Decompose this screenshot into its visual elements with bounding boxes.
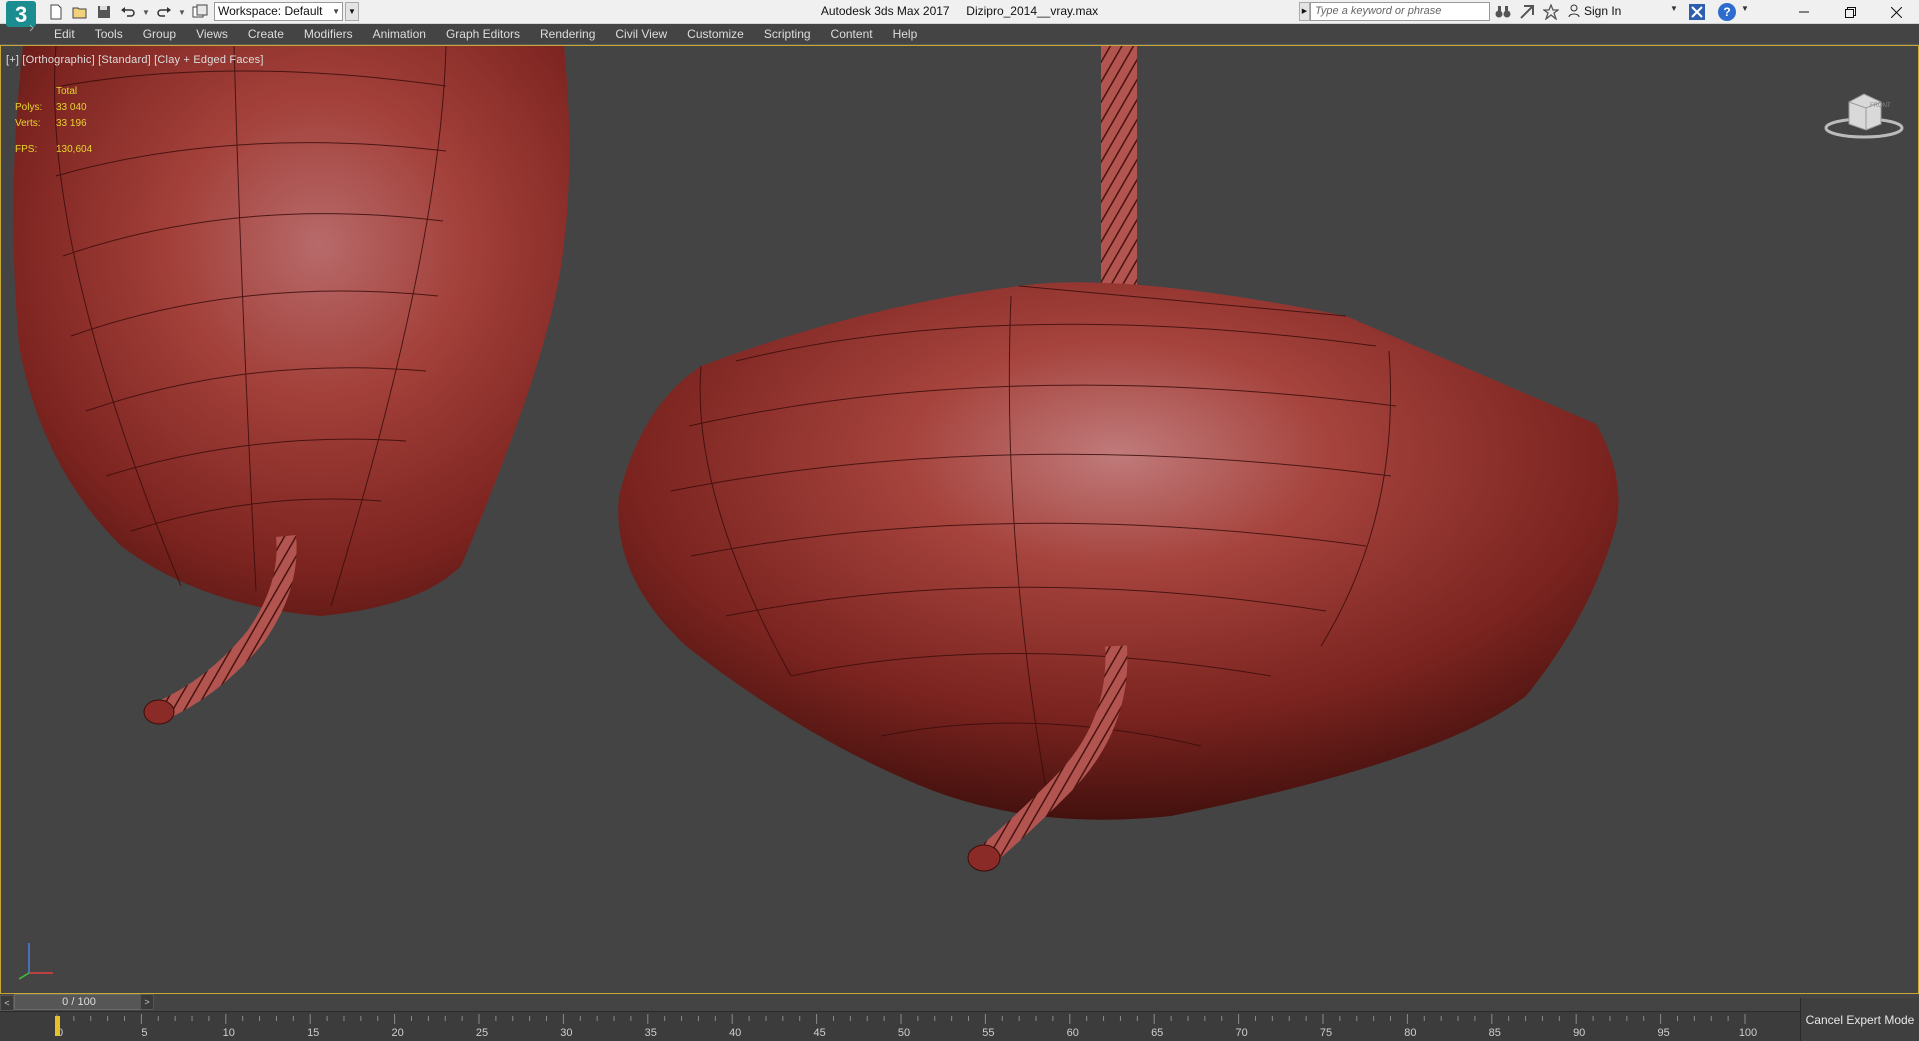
viewport-statistics: Total Polys: 33 040 Verts: 33 196 FPS: 130,… xyxy=(15,84,92,158)
close-icon[interactable] xyxy=(1873,0,1919,24)
menu-graph-editors[interactable]: Graph Editors xyxy=(446,24,520,45)
menu-edit[interactable]: Edit xyxy=(54,24,75,45)
current-frame-marker[interactable] xyxy=(55,1016,60,1036)
menu-civil-view[interactable]: Civil View xyxy=(615,24,667,45)
polys-value: 33 040 xyxy=(56,102,87,113)
help-glyph: ? xyxy=(1723,5,1731,19)
chevron-down-icon: ▼ xyxy=(332,7,340,16)
stats-header: Total xyxy=(56,86,78,97)
open-file-icon[interactable] xyxy=(70,2,90,22)
autodesk-exchange-icon[interactable] xyxy=(1688,3,1706,21)
app-window: ▼ ▼ Workspace: Default ▼ ▼ Autodesk 3ds … xyxy=(0,0,1919,1041)
minimize-icon[interactable] xyxy=(1781,0,1827,24)
tick-label: 95 xyxy=(1657,1027,1669,1039)
cancel-expert-mode-button[interactable]: Cancel Expert Mode xyxy=(1800,998,1919,1041)
tick-label: 15 xyxy=(307,1027,319,1039)
viewcube-icon[interactable]: FRONT xyxy=(1821,80,1907,142)
title-bar: ▼ ▼ Workspace: Default ▼ ▼ Autodesk 3ds … xyxy=(0,0,1919,24)
quick-access-toolbar: ▼ ▼ xyxy=(46,2,210,22)
3ds-max-logo[interactable]: 3 xyxy=(6,1,36,41)
menu-bar: Edit Tools Group Views Create Modifiers … xyxy=(0,24,1919,45)
time-slider-thumb[interactable]: 0 / 100 xyxy=(14,994,144,1010)
menu-content[interactable]: Content xyxy=(831,24,873,45)
menu-create[interactable]: Create xyxy=(248,24,284,45)
right-lamp-model[interactable] xyxy=(618,46,1619,872)
workspace-dropdown[interactable]: Workspace: Default ▼ xyxy=(214,2,343,21)
axis-tripod-icon xyxy=(18,943,53,980)
left-lamp-model[interactable] xyxy=(13,46,570,725)
infocenter-tools xyxy=(1494,2,1560,22)
tick-label: 80 xyxy=(1404,1027,1416,1039)
workspace-label: Workspace: Default xyxy=(218,4,323,18)
tick-label: 45 xyxy=(813,1027,825,1039)
user-icon xyxy=(1568,4,1580,18)
perspective-viewport[interactable]: [+] [Orthographic] [Standard] [Clay + Ed… xyxy=(0,45,1919,994)
tick-label: 35 xyxy=(645,1027,657,1039)
star-icon[interactable] xyxy=(1542,3,1560,21)
undo-icon[interactable] xyxy=(118,2,138,22)
tick-label: 75 xyxy=(1320,1027,1332,1039)
tick-label: 100 xyxy=(1739,1027,1757,1039)
menu-animation[interactable]: Animation xyxy=(373,24,426,45)
search-input[interactable]: Type a keyword or phrase xyxy=(1310,2,1490,21)
menu-tools[interactable]: Tools xyxy=(95,24,123,45)
communication-center-icon[interactable] xyxy=(1518,3,1536,21)
tick-label: 20 xyxy=(391,1027,403,1039)
sign-in-label: Sign In xyxy=(1584,4,1622,18)
tick-label: 50 xyxy=(898,1027,910,1039)
polys-label: Polys: xyxy=(15,102,43,113)
menu-help[interactable]: Help xyxy=(893,24,918,45)
tick-label: 70 xyxy=(1235,1027,1247,1039)
sign-in-button[interactable]: Sign In xyxy=(1568,4,1621,18)
toolbar-overflow-icon[interactable]: ▼ xyxy=(345,2,359,21)
tick-label: 55 xyxy=(982,1027,994,1039)
svg-text:3: 3 xyxy=(15,2,27,27)
menu-group[interactable]: Group xyxy=(143,24,176,45)
search-placeholder: Type a keyword or phrase xyxy=(1315,5,1442,17)
viewport-label-menu[interactable]: [+] [Orthographic] [Standard] [Clay + Ed… xyxy=(6,54,264,66)
menu-scripting[interactable]: Scripting xyxy=(764,24,811,45)
verts-label: Verts: xyxy=(15,118,41,129)
track-bar-ticks xyxy=(56,1014,1746,1024)
prev-frame-button[interactable]: < xyxy=(0,994,14,1011)
search-expand-icon[interactable]: ▶ xyxy=(1299,2,1310,21)
next-frame-button[interactable]: > xyxy=(140,994,154,1010)
sign-in-dropdown-icon[interactable]: ▼ xyxy=(1670,4,1678,13)
tick-label: 30 xyxy=(560,1027,572,1039)
new-file-icon[interactable] xyxy=(46,2,66,22)
menu-rendering[interactable]: Rendering xyxy=(540,24,595,45)
menu-views[interactable]: Views xyxy=(196,24,228,45)
redo-dropdown-icon[interactable]: ▼ xyxy=(178,2,186,22)
tick-label: 40 xyxy=(729,1027,741,1039)
tick-label: 60 xyxy=(1067,1027,1079,1039)
help-icon[interactable]: ? xyxy=(1718,3,1736,21)
project-folder-icon[interactable] xyxy=(190,2,210,22)
viewcube-face-label: FRONT xyxy=(1870,103,1891,109)
tick-label: 5 xyxy=(141,1027,147,1039)
fps-value: 130,604 xyxy=(56,144,93,155)
restore-icon[interactable] xyxy=(1827,0,1873,24)
verts-value: 33 196 xyxy=(56,118,87,129)
time-slider[interactable]: < 0 / 100 > xyxy=(0,994,1919,1011)
track-bar-ruler: 0510152025303540455055606570758085909510… xyxy=(0,1012,1800,1041)
track-bar[interactable]: ƒ∿ 0510152025303540455055606570758085909… xyxy=(0,1011,1800,1041)
fps-label: FPS: xyxy=(15,144,38,155)
redo-icon[interactable] xyxy=(154,2,174,22)
file-name: Dizipro_2014__vray.max xyxy=(966,4,1099,18)
menu-customize[interactable]: Customize xyxy=(687,24,744,45)
tick-label: 10 xyxy=(223,1027,235,1039)
menu-modifiers[interactable]: Modifiers xyxy=(304,24,353,45)
app-title: Autodesk 3ds Max 2017 xyxy=(820,4,950,18)
save-icon[interactable] xyxy=(94,2,114,22)
help-dropdown-icon[interactable]: ▼ xyxy=(1741,4,1749,13)
undo-dropdown-icon[interactable]: ▼ xyxy=(142,2,150,22)
tick-label: 25 xyxy=(476,1027,488,1039)
viewport-scene xyxy=(13,46,1619,872)
tick-label: 65 xyxy=(1151,1027,1163,1039)
tick-label: 85 xyxy=(1489,1027,1501,1039)
tick-label: 90 xyxy=(1573,1027,1585,1039)
binoculars-icon[interactable] xyxy=(1494,3,1512,21)
